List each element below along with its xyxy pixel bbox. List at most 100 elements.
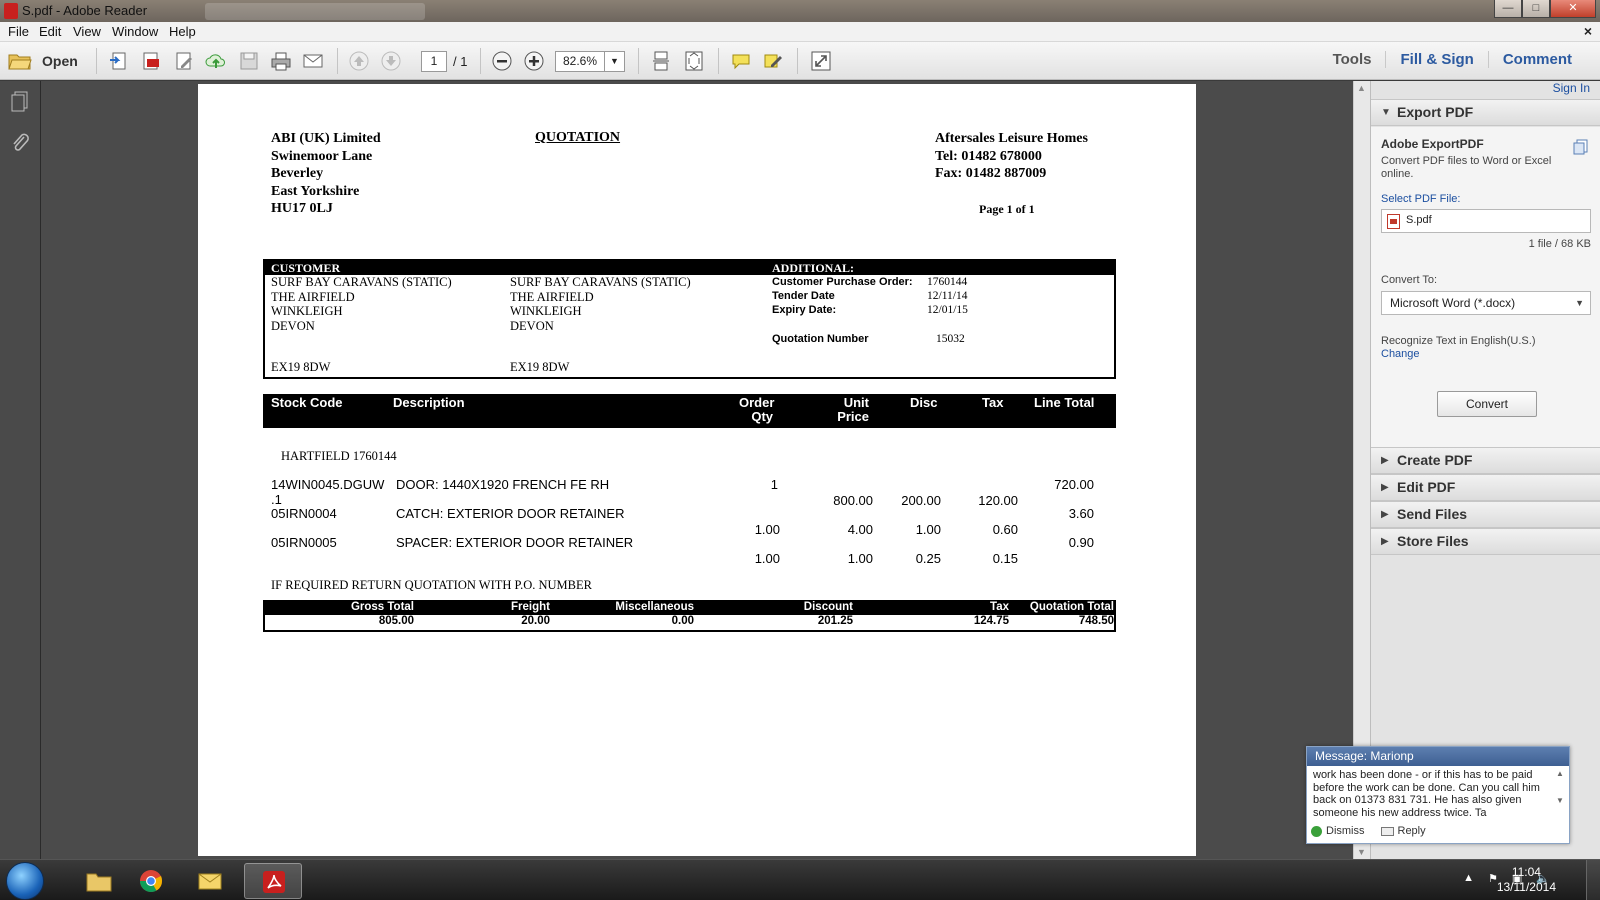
sign-in-link[interactable]: Sign In bbox=[1553, 81, 1590, 95]
item-disc: 1.00 bbox=[915, 522, 941, 537]
email-button[interactable] bbox=[302, 50, 326, 72]
dismiss-icon bbox=[1311, 825, 1322, 837]
customer-postcode-1: EX19 8DW bbox=[271, 360, 331, 374]
col-tax: Tax bbox=[982, 395, 1004, 410]
clock-time: 11:04 bbox=[1511, 865, 1541, 879]
menu-edit[interactable]: Edit bbox=[39, 24, 61, 39]
seller-name: Aftersales Leisure Homes bbox=[935, 131, 1088, 146]
create-pdf-section-header[interactable]: ▶ Create PDF bbox=[1371, 447, 1600, 474]
freight-value: 20.00 bbox=[521, 615, 550, 627]
show-hidden-icons[interactable]: ▲ bbox=[1463, 872, 1474, 885]
close-window-button[interactable]: ✕ bbox=[1550, 0, 1596, 18]
item-order-qty: 1.00 bbox=[754, 551, 780, 566]
taskbar-mail[interactable] bbox=[181, 863, 239, 899]
expiry-date-label: Expiry Date: bbox=[772, 304, 837, 316]
menu-view[interactable]: View bbox=[73, 24, 101, 39]
start-button[interactable] bbox=[6, 862, 44, 900]
address-line: THE AIRFIELD bbox=[510, 289, 594, 304]
read-mode-button[interactable] bbox=[810, 50, 834, 72]
selected-file-field[interactable]: S.pdf bbox=[1381, 209, 1591, 233]
zoom-in-button[interactable] bbox=[523, 50, 547, 72]
highlight-button[interactable] bbox=[762, 50, 786, 72]
pdf-file-icon bbox=[143, 52, 159, 70]
tender-date-label: Tender Date bbox=[772, 290, 835, 302]
minus-circle-icon bbox=[492, 51, 512, 71]
dismiss-button[interactable]: Dismiss bbox=[1311, 825, 1365, 837]
taskbar-clock[interactable]: 11:04 13/11/2014 bbox=[1497, 865, 1556, 895]
menu-help[interactable]: Help bbox=[169, 24, 196, 39]
tax-label: Tax bbox=[990, 601, 1009, 613]
toolbar-separator bbox=[480, 48, 481, 74]
comment-pane-button[interactable]: Comment bbox=[1487, 51, 1586, 68]
maximize-button[interactable]: □ bbox=[1522, 0, 1550, 18]
zoom-dropdown-button[interactable]: ▼ bbox=[605, 51, 625, 72]
tools-pane: Sign In ▼ Export PDF Adobe ExportPDF Con… bbox=[1370, 81, 1600, 859]
taskbar-chrome[interactable] bbox=[122, 863, 180, 899]
print-button[interactable] bbox=[270, 50, 294, 72]
customer-box-header: CUSTOMER ADDITIONAL: bbox=[265, 261, 1114, 275]
quotation-total-label: Quotation Total bbox=[1029, 601, 1114, 613]
document-scrollbar[interactable]: ▲ ▼ bbox=[1353, 81, 1370, 859]
store-files-section-header[interactable]: ▶ Store Files bbox=[1371, 528, 1600, 555]
zoom-level-input[interactable]: 82.6% bbox=[555, 51, 605, 72]
col-disc: Disc bbox=[910, 395, 938, 410]
document-title: QUOTATION bbox=[535, 130, 621, 145]
menu-file[interactable]: File bbox=[8, 24, 29, 39]
message-scrollbar[interactable]: ▲ ▼ bbox=[1553, 769, 1567, 819]
convert-button[interactable]: Convert bbox=[1437, 391, 1537, 417]
plus-circle-icon bbox=[524, 51, 544, 71]
save-button[interactable] bbox=[238, 50, 262, 72]
export-pdf-button[interactable] bbox=[140, 50, 164, 72]
reply-button[interactable]: Reply bbox=[1380, 825, 1426, 837]
previous-page-button[interactable] bbox=[348, 50, 372, 72]
taskbar-adobe-reader[interactable] bbox=[244, 863, 302, 899]
items-table-header: Stock Code Description Order Qty Unit Pr… bbox=[263, 394, 1116, 428]
change-language-link[interactable]: Change bbox=[1381, 348, 1420, 360]
edit-pdf-button[interactable] bbox=[173, 50, 197, 72]
scrolling-mode-button[interactable] bbox=[650, 50, 674, 72]
menu-window[interactable]: Window bbox=[112, 24, 158, 39]
adobe-reader-icon bbox=[263, 871, 285, 893]
mail-app-icon bbox=[198, 873, 222, 890]
zoom-out-button[interactable] bbox=[491, 50, 515, 72]
triangle-right-icon: ▶ bbox=[1381, 455, 1389, 466]
next-page-button[interactable] bbox=[380, 50, 404, 72]
fill-sign-pane-button[interactable]: Fill & Sign bbox=[1385, 51, 1487, 68]
export-pdf-section-header[interactable]: ▼ Export PDF bbox=[1371, 99, 1600, 126]
scroll-up-arrow[interactable]: ▲ bbox=[1357, 83, 1366, 93]
taskbar-explorer[interactable] bbox=[70, 863, 128, 899]
clock-date: 13/11/2014 bbox=[1496, 880, 1556, 894]
title-bar: S.pdf - Adobe Reader — □ ✕ bbox=[0, 0, 1600, 22]
freight-label: Freight bbox=[511, 601, 550, 613]
item-line-total: 3.60 bbox=[1068, 506, 1094, 521]
show-desktop-button[interactable] bbox=[1586, 860, 1600, 900]
folder-icon bbox=[86, 873, 112, 892]
seller-details: Aftersales Leisure Homes Tel: 01482 6780… bbox=[935, 130, 1088, 183]
convert-to-value: Microsoft Word (*.docx) bbox=[1390, 296, 1516, 310]
item-disc: 200.00 bbox=[901, 493, 941, 508]
edit-pdf-section-header[interactable]: ▶ Edit PDF bbox=[1371, 474, 1600, 501]
attachments-button[interactable] bbox=[9, 131, 31, 155]
col-description: Description bbox=[393, 395, 465, 410]
background-window-tabs bbox=[205, 3, 425, 20]
open-button[interactable]: Open bbox=[8, 49, 78, 73]
item-unit-price: 800.00 bbox=[833, 493, 873, 508]
scroll-down-arrow[interactable]: ▼ bbox=[1357, 847, 1366, 857]
tools-pane-button[interactable]: Tools bbox=[1319, 51, 1386, 68]
create-pdf-button[interactable] bbox=[108, 50, 132, 72]
chevron-down-icon: ▼ bbox=[610, 56, 619, 66]
fit-page-button[interactable] bbox=[683, 50, 707, 72]
send-files-section-header[interactable]: ▶ Send Files bbox=[1371, 501, 1600, 528]
close-document-button[interactable]: × bbox=[1584, 23, 1592, 39]
item-description: CATCH: EXTERIOR DOOR RETAINER bbox=[396, 506, 625, 521]
upload-button[interactable] bbox=[205, 50, 229, 72]
item-order-qty: 1.00 bbox=[754, 522, 780, 537]
reply-label: Reply bbox=[1397, 825, 1426, 837]
add-comment-button[interactable] bbox=[730, 50, 754, 72]
page-thumbnails-button[interactable] bbox=[9, 89, 31, 113]
page-number-input[interactable]: 1 bbox=[421, 51, 447, 72]
select-pdf-label: Select PDF File: bbox=[1381, 193, 1461, 205]
reference-line: HARTFIELD 1760144 bbox=[281, 449, 397, 463]
convert-to-select[interactable]: Microsoft Word (*.docx) ▼ bbox=[1381, 291, 1591, 315]
minimize-button[interactable]: — bbox=[1494, 0, 1522, 18]
